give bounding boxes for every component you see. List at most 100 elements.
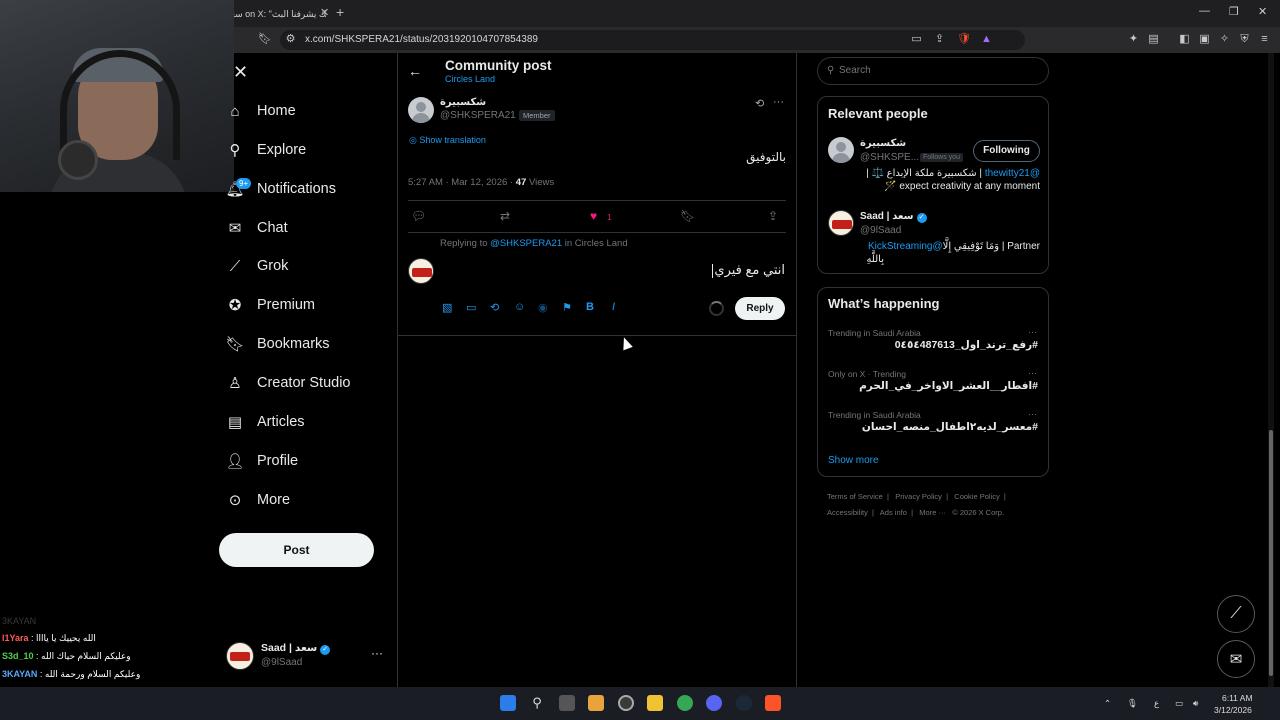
gif-icon[interactable]: ▭ [466,301,476,314]
reply-icon[interactable]: 💬︎ [411,209,426,223]
sidebar-item-home[interactable]: ⌂ Home [226,96,295,126]
search-input[interactable]: ⚲ Search [817,57,1049,85]
emoji-icon[interactable]: ☺ [514,301,525,313]
trend-tag[interactable]: #رفع_ترند_اول_0٤٥٤487613 [895,339,1038,351]
trend-tag[interactable]: #افطار__العشر_الاواخر_في_الحرم [859,380,1038,392]
steam-icon[interactable] [736,695,752,711]
sidebar-item-explore[interactable]: ⚲ Explore [226,135,307,165]
bookmark-icon[interactable]: 🔖︎ [680,209,695,223]
privacy-link[interactable]: Privacy Policy [895,492,942,501]
sidebar-item-premium[interactable]: ✪ Premium [226,290,315,320]
scrollbar-thumb[interactable] [1269,430,1273,676]
tab-search-icon[interactable]: ▤ [1147,33,1160,46]
account-switcher[interactable]: Saad | سعد ✓ @9lSaad ··· [226,640,386,672]
like-icon[interactable]: ♥ [590,209,597,223]
url-text[interactable]: x.com/SHKSPERA21/status/2031920104707854… [305,34,538,45]
trend-tag[interactable]: #معسر_لديه٢اطفال_منصه_احسان [862,421,1038,433]
back-arrow-icon[interactable]: ← [408,63,422,79]
new-tab-icon[interactable]: + [336,4,344,20]
close-tab-icon[interactable]: ✕ [320,6,329,19]
replying-to-handle[interactable]: @SHKSPERA21 [490,238,562,249]
sidebar-item-chat[interactable]: ✉ Chat [226,213,288,243]
sidebar-item-more[interactable]: ⊙ More [226,485,290,515]
person-name[interactable]: شكسبيرة [860,138,906,149]
accessibility-link[interactable]: Accessibility [827,508,868,517]
brave-icon[interactable] [765,695,781,711]
store-icon[interactable] [588,695,604,711]
sidebar-toggle-icon[interactable]: ◧ [1178,33,1191,46]
trend-more-icon[interactable]: ··· [1028,368,1037,378]
restore-icon[interactable]: ❐ [1229,5,1239,18]
post-button[interactable]: Post [219,533,374,567]
post-author-avatar[interactable] [408,97,434,123]
cookie-link[interactable]: Cookie Policy [954,492,999,501]
post-timestamp[interactable]: 5:27 AM · Mar 12, 2026 · 47 Views [408,177,554,188]
menu-icon[interactable]: ≡ [1258,33,1271,46]
flag-icon[interactable]: ⚑ [562,301,572,314]
post-author-handle[interactable]: @SHKSPERA21 · [440,110,522,121]
more-options-icon[interactable]: ··· [371,646,383,660]
following-button[interactable]: Following [973,140,1040,162]
bio-mention[interactable]: @KickStreaming [868,241,943,252]
file-explorer-icon[interactable] [647,695,663,711]
sidebar-item-profile[interactable]: 👤︎ Profile [225,446,298,476]
extensions-icon[interactable]: ✦ [1127,33,1140,46]
bio-mention[interactable]: @thewitty21 [985,168,1040,179]
post-more-icon[interactable]: ··· [773,96,784,108]
share-page-icon[interactable]: ⇪ [933,33,946,46]
leo-ai-icon[interactable]: ✧ [1218,33,1231,46]
repost-icon[interactable]: ⇄ [500,209,510,223]
show-translation-link[interactable]: ◎ Show translation [409,135,486,146]
show-more-link[interactable]: Show more [828,455,879,466]
cast-icon[interactable]: ▭ [910,33,923,46]
person-handle[interactable]: @9lSaad [860,225,901,236]
trend-more-icon[interactable]: ··· [1028,327,1037,337]
browser-tab[interactable]: سعد on X: "الله يحبيك يشرفنا البث" [226,4,326,24]
wallet-icon[interactable]: ▣ [1198,33,1211,46]
tray-chevron-icon[interactable]: ⌃ [1104,698,1111,709]
location-icon[interactable]: ◉ [538,301,548,314]
italic-icon[interactable]: I [612,301,615,313]
reply-input[interactable]: انتي مع فيري [620,262,785,278]
start-icon[interactable] [500,695,516,711]
sidebar-item-bookmarks[interactable]: 🔖︎ Bookmarks [225,329,329,359]
trend-more-icon[interactable]: ··· [1028,409,1037,419]
reply-button[interactable]: Reply [735,297,785,320]
bookmark-page-icon[interactable]: 🔖︎ [258,33,272,46]
minimize-icon[interactable]: — [1199,5,1210,17]
person-handle[interactable]: @SHKSPE... [860,152,919,163]
mic-icon[interactable]: 🎙︎ [1127,698,1138,709]
chrome-icon[interactable] [677,695,693,711]
clock-date[interactable]: 3/12/2026 [1214,705,1252,715]
close-window-icon[interactable]: ✕ [1258,5,1267,18]
vpn-icon[interactable]: ⛨ [1238,33,1251,46]
share-icon[interactable]: ⇪ [768,209,778,223]
grok-icon[interactable]: ⟲ [755,97,764,110]
more-link[interactable]: More ··· [919,508,946,517]
sidebar-item-creator-studio[interactable]: ♙ Creator Studio [226,368,350,398]
media-icon[interactable]: ▧ [442,301,452,314]
grok-float-button[interactable]: ⟋ [1217,595,1255,633]
grok-compose-icon[interactable]: ⟲ [490,301,499,314]
person-name[interactable]: Saad | سعد ✓ [860,211,927,223]
search-taskbar-icon[interactable]: ⚲ [529,695,545,711]
sidebar-item-grok[interactable]: ⟋ Grok [226,251,289,281]
x-logo-icon[interactable]: ✕ [233,62,248,83]
person-avatar[interactable] [828,137,854,163]
discord-icon[interactable] [706,695,722,711]
post-author-name[interactable]: شكسبيرة [440,97,486,108]
clock-time[interactable]: 6:11 AM [1222,693,1253,703]
person-avatar[interactable] [828,210,854,236]
language-indicator[interactable]: ع [1154,698,1159,709]
brave-shields-icon[interactable]: 🛡︎ [957,33,971,46]
bold-icon[interactable]: B [586,301,594,313]
brave-rewards-icon[interactable]: ▲ [980,33,993,46]
terms-link[interactable]: Terms of Service [827,492,883,501]
task-view-icon[interactable] [559,695,575,711]
community-link[interactable]: Circles Land [445,74,495,84]
ads-info-link[interactable]: Ads info [880,508,907,517]
sidebar-item-articles[interactable]: ▤ Articles [226,407,305,437]
network-icon[interactable]: ▭ [1175,698,1183,709]
messages-float-button[interactable]: ✉ [1217,640,1255,678]
volume-icon[interactable]: 🔊︎ [1193,698,1198,709]
